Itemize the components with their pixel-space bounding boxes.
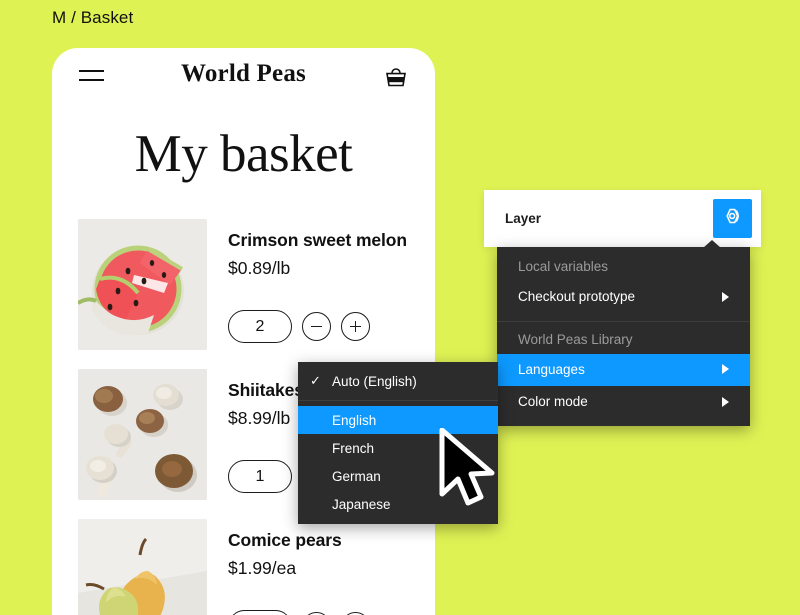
product-info: Crimson sweet melon $0.89/lb 2 (228, 219, 435, 350)
language-option-label: Auto (English) (332, 373, 417, 389)
page-title: My basket (134, 125, 353, 183)
menu-caret (703, 240, 721, 248)
breadcrumb: M / Basket (52, 8, 134, 27)
phone-header: World Peas (52, 48, 435, 104)
language-option-japanese[interactable]: Japanese (298, 490, 498, 518)
menu-item-checkout-prototype[interactable]: Checkout prototype (497, 281, 750, 314)
layer-label: Layer (505, 211, 542, 226)
product-price: $1.99/ea (228, 558, 297, 578)
product-name: Crimson sweet melon (228, 230, 407, 250)
phone-frame: World Peas My basket Crimson sweet melon… (52, 48, 435, 615)
basket-icon[interactable] (383, 64, 409, 90)
brand-title: World Peas (181, 60, 306, 87)
language-submenu: ✓ Auto (English) English French German J… (298, 362, 498, 524)
decrement-button[interactable] (302, 312, 331, 341)
quantity-stepper: 2 (228, 310, 435, 343)
list-item: Crimson sweet melon $0.89/lb 2 (78, 219, 435, 350)
quantity-value[interactable]: 1 (228, 460, 292, 493)
increment-button[interactable] (341, 312, 370, 341)
language-option-label: French (332, 440, 375, 456)
variables-icon (723, 206, 743, 231)
language-option-label: German (332, 468, 381, 484)
menu-item-languages[interactable]: Languages (497, 353, 750, 387)
product-name: Comice pears (228, 530, 342, 550)
menu-divider (497, 320, 750, 322)
menu-section-header-world-peas-library: World Peas Library (518, 331, 633, 347)
chevron-right-icon (722, 396, 729, 407)
variables-icon-button[interactable] (713, 199, 752, 238)
context-menu: Local variables Checkout prototype World… (497, 240, 750, 426)
layer-panel: Layer (484, 190, 761, 247)
quantity-value[interactable]: 2 (228, 310, 292, 343)
quantity-stepper: 1 (228, 610, 435, 615)
language-option-english[interactable]: English (298, 406, 498, 434)
quantity-value[interactable]: 1 (228, 610, 292, 615)
language-option-german[interactable]: German (298, 462, 498, 490)
menu-item-label: Languages (518, 361, 585, 377)
product-price: $0.89/lb (228, 258, 291, 278)
menu-divider (298, 400, 498, 401)
language-option-label: English (332, 412, 377, 428)
menu-item-label: Color mode (518, 394, 588, 410)
chevron-right-icon (722, 364, 729, 375)
menu-item-color-mode[interactable]: Color mode (497, 386, 750, 419)
product-info: Comice pears $1.99/ea 1 (228, 519, 435, 615)
check-icon: ✓ (310, 373, 321, 388)
product-image-melon (78, 219, 207, 350)
list-item: Comice pears $1.99/ea 1 (78, 519, 435, 615)
menu-item-label: Checkout prototype (518, 289, 636, 304)
language-option-auto[interactable]: ✓ Auto (English) (298, 367, 498, 395)
product-image-pears (78, 519, 207, 615)
menu-section-header-local-variables: Local variables (518, 259, 609, 274)
language-option-label: Japanese (332, 496, 391, 512)
chevron-right-icon (722, 291, 729, 302)
language-option-french[interactable]: French (298, 434, 498, 462)
product-image-shiitakes (78, 369, 207, 500)
